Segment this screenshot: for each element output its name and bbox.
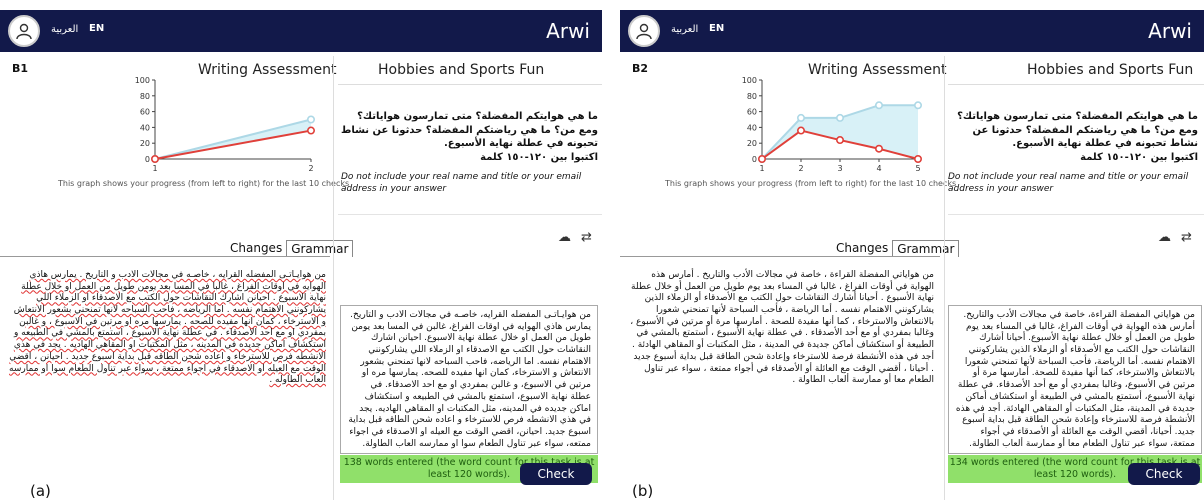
- language-arabic-link[interactable]: العربية: [671, 24, 698, 35]
- upper-series-point: [875, 101, 884, 110]
- refresh-icon[interactable]: ⇄: [1181, 230, 1192, 245]
- task-prompt-english: Do not include your real name and title …: [948, 172, 1189, 194]
- lower-series-point: [875, 144, 884, 153]
- prompt-word-requirement: اكتبوا بين ١٢٠-١٥٠ كلمة: [1080, 151, 1198, 163]
- essay-toolbar: ☁ ⇄: [1158, 230, 1192, 245]
- chart-caption: This graph shows your progress (from lef…: [58, 179, 350, 188]
- y-tick-label: 60: [140, 108, 150, 117]
- progress-chart: 0 20 40 60 80 100 1 2: [135, 76, 315, 173]
- y-tick-label: 80: [747, 92, 757, 101]
- screenshot-panel-a: العربية EN Arwi B1 Writing Assessment 02…: [0, 0, 602, 500]
- figure-label: (b): [632, 482, 654, 500]
- lower-series-point: [758, 155, 767, 164]
- prompt-separator: [338, 214, 602, 215]
- task-title: Hobbies and Sports Fun: [378, 62, 545, 78]
- x-tick-label: 5: [915, 164, 920, 173]
- brand-logo-text: Arwi: [1148, 19, 1192, 43]
- user-avatar-icon[interactable]: [8, 15, 40, 47]
- tab-changes[interactable]: Changes: [832, 240, 892, 257]
- upper-series-line: [154, 118, 312, 160]
- column-divider: [333, 56, 334, 500]
- task-prompt-arabic: ما هي هوايتكم المفضلة؟ متى تمارسون هوايا…: [948, 110, 1198, 164]
- check-button[interactable]: Check: [1128, 463, 1200, 485]
- task-title: Hobbies and Sports Fun: [1027, 62, 1194, 78]
- screenshot-panel-b: العربية EN Arwi B2 Writing Assessment 02…: [620, 0, 1204, 500]
- figure-label: (a): [30, 482, 51, 500]
- prompt-separator: [948, 214, 1204, 215]
- cloud-upload-icon[interactable]: ☁: [558, 230, 571, 245]
- y-tick-label: 40: [747, 123, 757, 132]
- grammar-feedback-text: من هوايـاتـى المفضله القرايه ، خاصـه في …: [9, 270, 326, 386]
- language-arabic-link[interactable]: العربية: [51, 24, 78, 35]
- x-tick-label: 3: [837, 164, 842, 173]
- task-header-line: [338, 84, 602, 85]
- x-tick-label: 2: [798, 164, 803, 173]
- task-prompt-english: Do not include your real name and title …: [341, 172, 582, 194]
- x-tick-label: 1: [152, 164, 157, 173]
- tab-changes[interactable]: Changes: [226, 240, 286, 257]
- prompt-word-requirement: اكتبوا بين ١٢٠-١٥٠ كلمة: [480, 151, 598, 163]
- x-tick-label: 2: [308, 164, 313, 173]
- feedback-tabs: Changes Grammar: [226, 240, 354, 257]
- area-fill: [762, 105, 918, 159]
- chart-caption: This graph shows your progress (from lef…: [665, 179, 957, 188]
- tab-grammar[interactable]: Grammar: [892, 240, 960, 257]
- prompt-question: ما هي هوايتكم المفضلة؟ متى تمارسون هوايا…: [340, 111, 598, 149]
- cloud-upload-icon[interactable]: ☁: [1158, 230, 1171, 245]
- top-navigation-bar: العربية EN Arwi: [620, 10, 1204, 52]
- top-navigation-bar: العربية EN Arwi: [0, 10, 602, 52]
- essay-toolbar: ☁ ⇄: [558, 230, 592, 245]
- y-tick-label: 60: [747, 108, 757, 117]
- y-tick-label: 0: [145, 155, 150, 164]
- y-tick-label: 20: [140, 139, 150, 148]
- y-tick-label: 0: [752, 155, 757, 164]
- language-english-link[interactable]: EN: [709, 23, 724, 34]
- y-tick-label: 100: [742, 76, 757, 85]
- lower-series-line: [154, 129, 312, 160]
- upper-series-point: [913, 101, 922, 110]
- feedback-tabs: Changes Grammar: [832, 240, 960, 257]
- refresh-icon[interactable]: ⇄: [581, 230, 592, 245]
- brand-logo-text: Arwi: [546, 19, 590, 43]
- tab-divider-line: [0, 256, 330, 257]
- progress-chart: 0 20 40 60 80 100 1 2 3 4 5: [742, 76, 922, 173]
- upper-series-point: [306, 115, 315, 124]
- essay-textarea[interactable]: من هوايـاتـى المفضله القرايه، خاصـه في م…: [340, 305, 598, 454]
- tab-divider-line: [620, 256, 940, 257]
- y-tick-label: 20: [747, 139, 757, 148]
- check-button[interactable]: Check: [520, 463, 592, 485]
- x-tick-label: 1: [759, 164, 764, 173]
- column-divider: [944, 56, 945, 500]
- user-avatar-icon[interactable]: [628, 15, 660, 47]
- lower-series-point: [913, 155, 922, 164]
- x-tick-label: 4: [876, 164, 881, 173]
- upper-series-point: [797, 113, 806, 122]
- essay-textarea[interactable]: من هواياتي المفضلة القراءة، خاصة في مجال…: [948, 305, 1202, 454]
- y-tick-label: 40: [140, 123, 150, 132]
- upper-series-point: [836, 113, 845, 122]
- prompt-question: ما هي هوايتكم المفضلة؟ متى تمارسون هوايا…: [957, 111, 1198, 149]
- y-tick-label: 100: [135, 76, 150, 85]
- task-prompt-arabic: ما هي هوايتكم المفضلة؟ متى تمارسون هوايا…: [338, 110, 598, 164]
- tab-grammar[interactable]: Grammar: [286, 240, 354, 257]
- lower-series-point: [797, 126, 806, 135]
- y-tick-label: 80: [140, 92, 150, 101]
- lower-series-point: [151, 155, 160, 164]
- language-english-link[interactable]: EN: [89, 23, 104, 34]
- lower-series-point: [836, 136, 845, 145]
- lower-series-point: [306, 126, 315, 135]
- grammar-feedback-text: من هواياتي المفضلة القراءة ، خاصة في مجا…: [630, 270, 934, 386]
- task-header-line: [948, 84, 1204, 85]
